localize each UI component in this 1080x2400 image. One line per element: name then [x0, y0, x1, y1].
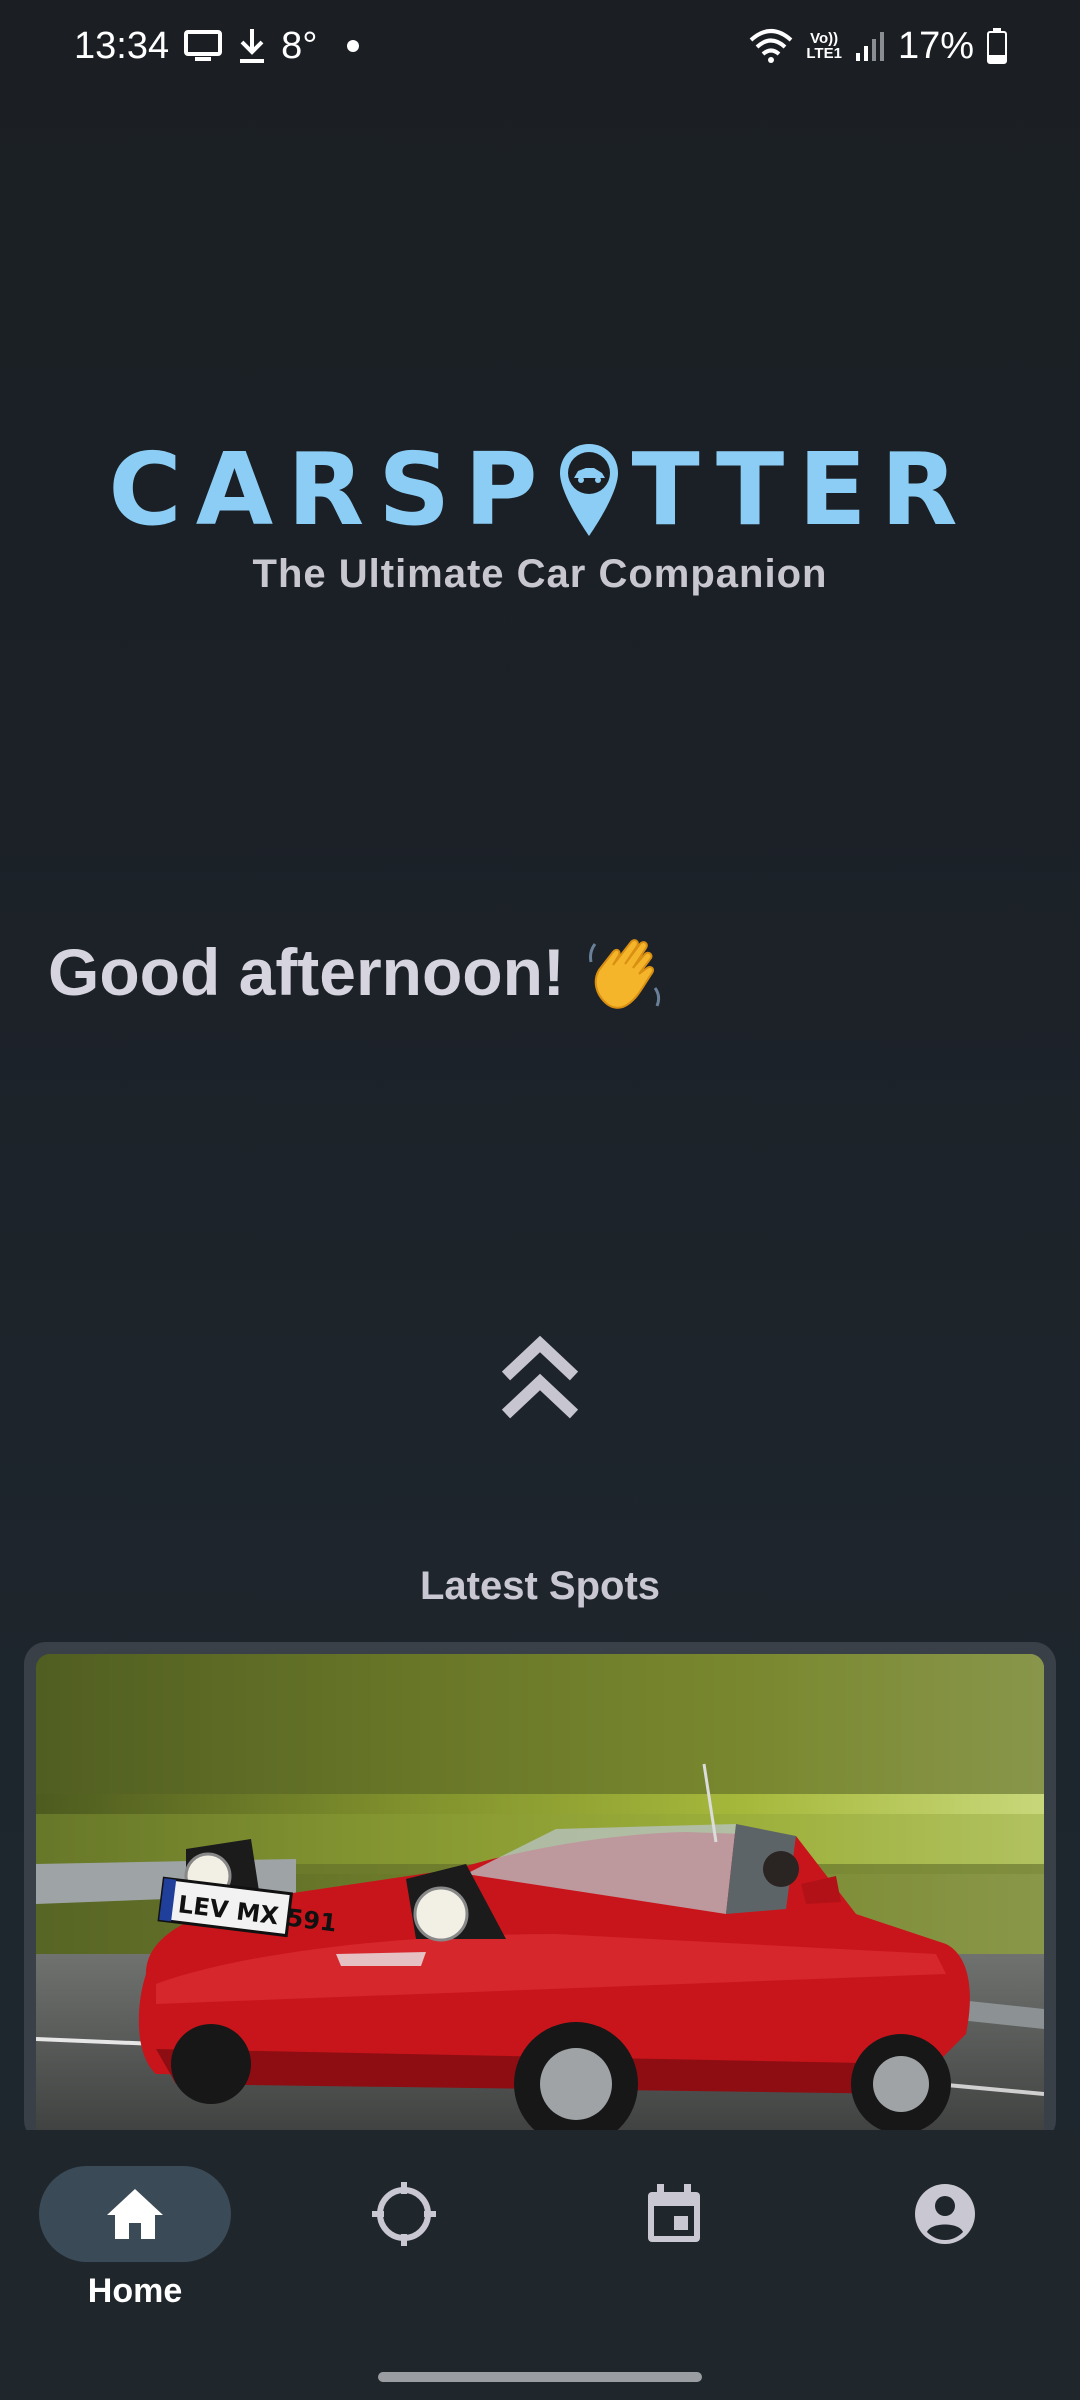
nav-item-profile[interactable] — [845, 2166, 1045, 2346]
battery-icon — [987, 28, 1007, 64]
wifi-icon — [750, 29, 793, 63]
double-chevron-up-icon[interactable] — [500, 1330, 580, 1430]
home-screen: 13:34 8° Vo)) LTE1 17% CARSP TTER The Ul… — [0, 0, 1080, 2400]
nav-pill-calendar — [578, 2166, 770, 2262]
signal-strength-icon — [855, 32, 884, 61]
tagline: The Ultimate Car Companion — [252, 552, 828, 596]
latest-spots-title: Latest Spots — [419, 1564, 661, 1608]
status-bar: 13:34 8° Vo)) LTE1 17% — [0, 0, 1080, 92]
red-convertible-car-photo: LEV MX 591 — [36, 1654, 1044, 2142]
greeting: Good afternoon! — [48, 930, 669, 1014]
download-icon — [240, 29, 265, 63]
bottom-navigation: Home — [0, 2130, 1080, 2400]
battery-percent: 17% — [897, 25, 974, 67]
logo-wordmark: CARSP TTER — [108, 430, 971, 550]
crosshair-icon — [372, 2182, 436, 2246]
lte-label: LTE1 — [806, 45, 842, 62]
spot-card[interactable]: LEV MX 591 — [24, 1642, 1056, 2142]
gesture-navigation-bar[interactable] — [378, 2372, 702, 2382]
greeting-text: Good afternoon! — [48, 935, 565, 1009]
logo-text-right: TTER — [631, 431, 972, 548]
nav-pill-profile — [849, 2166, 1041, 2262]
app-logo: CARSP TTER The Ultimate Car Companion — [0, 430, 1080, 597]
spot-photo: LEV MX 591 — [36, 1654, 1044, 2142]
notification-dot-icon — [347, 40, 360, 52]
location-pin-car-icon — [559, 444, 618, 536]
network-type-label: Vo)) LTE1 — [806, 31, 842, 61]
nav-item-home[interactable]: Home — [35, 2166, 235, 2346]
volte-label: Vo)) — [810, 30, 839, 47]
home-icon — [107, 2189, 163, 2239]
status-temperature: 8° — [281, 25, 318, 67]
cast-screen-icon — [184, 30, 223, 61]
nav-label-home: Home — [87, 2272, 183, 2310]
logo-text-left: CARSP — [108, 431, 552, 548]
nav-pill-spot — [308, 2166, 500, 2262]
calendar-icon — [648, 2184, 700, 2242]
status-right: Vo)) LTE1 17% — [748, 22, 1008, 70]
waving-hand-icon — [588, 939, 661, 1009]
nav-item-calendar[interactable] — [574, 2166, 774, 2346]
account-icon — [915, 2184, 975, 2244]
nav-pill-home — [39, 2166, 231, 2262]
nav-item-spot[interactable] — [304, 2166, 504, 2346]
status-left: 13:34 8° — [74, 22, 360, 70]
status-time: 13:34 — [74, 25, 170, 67]
